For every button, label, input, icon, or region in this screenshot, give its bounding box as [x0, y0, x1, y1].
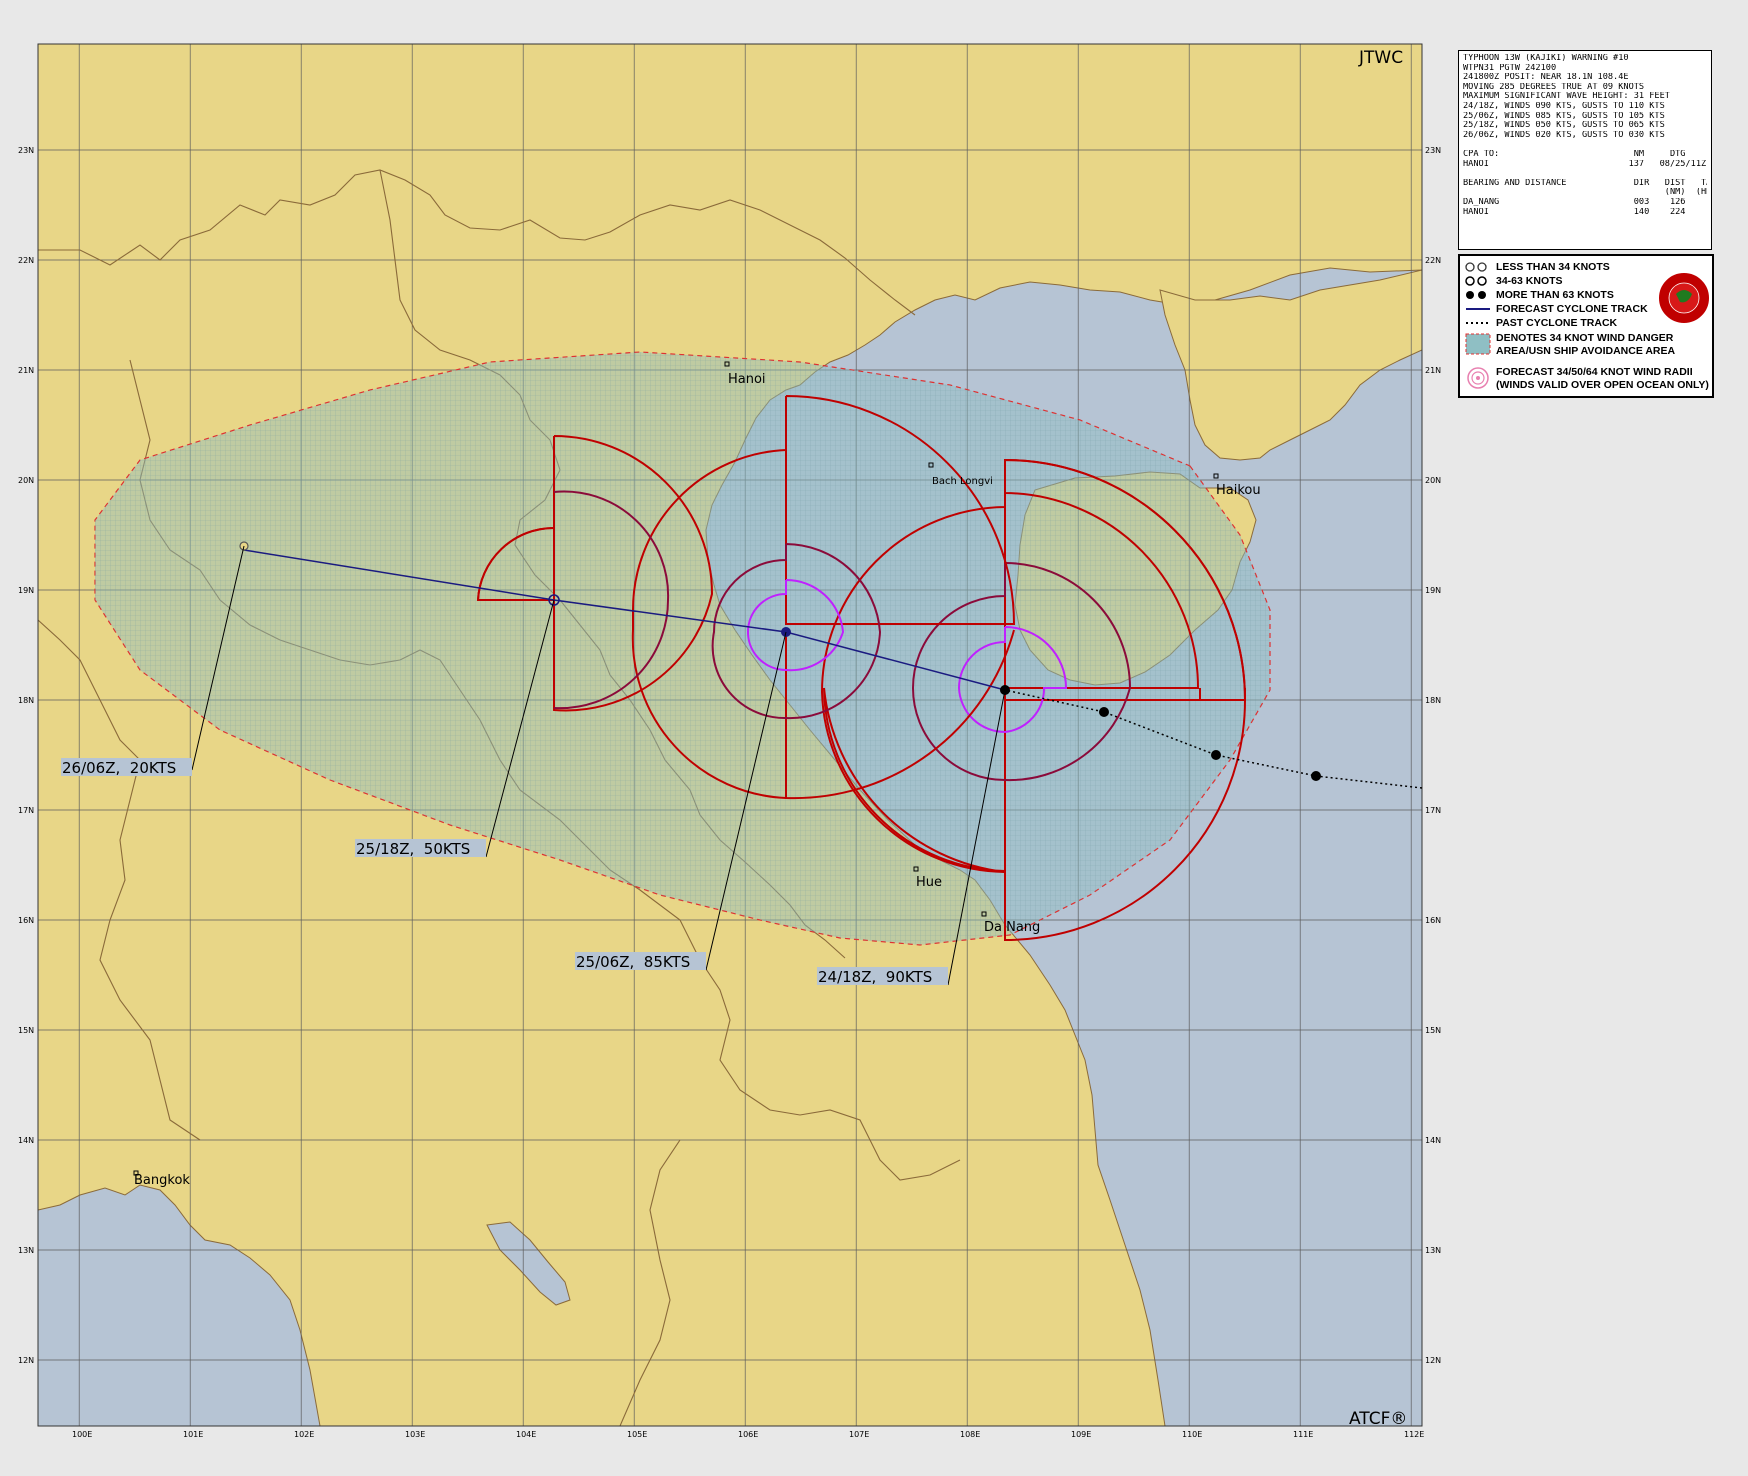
legend-item: MORE THAN 63 KNOTS	[1464, 288, 1614, 302]
lon-label: 105E	[627, 1430, 647, 1439]
bearing-units: (NM) (HRS)	[1463, 188, 1707, 198]
legend-item: FORECAST 34/50/64 KNOT WIND RADII (WINDS…	[1464, 366, 1709, 394]
jtwc-seal-logo	[1657, 271, 1711, 325]
past-track-icon	[1466, 322, 1490, 324]
legend-item: 34-63 KNOTS	[1464, 274, 1563, 288]
lat-label: 18N	[1425, 696, 1441, 705]
storm-icon	[1465, 276, 1487, 286]
lat-label: 21N	[18, 366, 34, 375]
legend-radii-line2: (WINDS VALID OVER OPEN OCEAN ONLY)	[1496, 379, 1709, 391]
city-bangkok: Bangkok	[134, 1173, 190, 1188]
lat-label: 20N	[1425, 476, 1441, 485]
city-da-nang: Da Nang	[984, 920, 1040, 935]
forecast-label-24-18z: 24/18Z, 90KTS	[818, 968, 932, 986]
lon-label: 101E	[183, 1430, 203, 1439]
software-label: ATCF®	[1349, 1409, 1407, 1429]
lat-label: 13N	[18, 1246, 34, 1255]
danger-area-icon	[1465, 333, 1491, 355]
agency-label: JTWC	[1358, 48, 1403, 68]
city-hanoi: Hanoi	[728, 372, 766, 387]
warning-info-box: TYPHOON 13W (KAJIKI) WARNING #10 WTPN31 …	[1458, 50, 1712, 250]
lat-label: 16N	[18, 916, 34, 925]
lat-label: 12N	[18, 1356, 34, 1365]
lat-label: 19N	[1425, 586, 1441, 595]
city-bach-longvi: Bach Longvi	[932, 476, 993, 487]
lon-label: 110E	[1182, 1430, 1202, 1439]
open-circle-icon	[1465, 262, 1487, 272]
info-line: 241800Z POSIT: NEAR 18.1N 108.4E	[1463, 73, 1629, 83]
legend-box: LESS THAN 34 KNOTS 34-63 KNOTS MORE THAN…	[1458, 254, 1714, 398]
forecast-label-26-06z: 26/06Z, 20KTS	[62, 759, 176, 777]
past-position-marker	[1211, 750, 1221, 760]
bearing-row: HANOI 140 224 0	[1463, 207, 1707, 217]
lat-label: 20N	[18, 476, 34, 485]
lon-label: 100E	[72, 1430, 92, 1439]
lat-label: 23N	[1425, 146, 1441, 155]
lat-label: 23N	[18, 146, 34, 155]
legend-radii-line1: FORECAST 34/50/64 KNOT WIND RADII	[1496, 366, 1693, 378]
info-line: TYPHOON 13W (KAJIKI) WARNING #10	[1463, 54, 1629, 63]
lat-axis-labels-left: 23N 22N 21N 20N 19N 18N 17N 16N 15N 14N …	[18, 146, 34, 1365]
legend-item: LESS THAN 34 KNOTS	[1464, 260, 1610, 274]
legend-danger-line2: AREA/USN SHIP AVOIDANCE AREA	[1496, 345, 1676, 357]
info-line: 25/18Z, WINDS 050 KTS, GUSTS TO 065 KTS	[1463, 121, 1665, 131]
legend-item: PAST CYCLONE TRACK	[1464, 316, 1617, 330]
cpa-header: CPA TO: NM DTG	[1463, 149, 1686, 159]
legend-danger-line1: DENOTES 34 KNOT WIND DANGER	[1496, 332, 1674, 344]
lat-label: 15N	[1425, 1026, 1441, 1035]
lat-label: 19N	[18, 586, 34, 595]
lat-label: 18N	[18, 696, 34, 705]
forecast-track-icon	[1466, 308, 1490, 310]
lat-label: 14N	[1425, 1136, 1441, 1145]
typhoon-icon	[1466, 291, 1486, 299]
lon-label: 112E	[1404, 1430, 1424, 1439]
forecast-label-25-18z: 25/18Z, 50KTS	[356, 840, 470, 858]
lat-label: 13N	[1425, 1246, 1441, 1255]
city-haikou: Haikou	[1216, 483, 1261, 498]
info-line: 25/06Z, WINDS 085 KTS, GUSTS TO 105 KTS	[1463, 111, 1665, 121]
lat-axis-labels-right: 23N 22N 21N 20N 19N 18N 17N 16N 15N 14N …	[1425, 146, 1441, 1365]
lat-label: 12N	[1425, 1356, 1441, 1365]
lon-label: 108E	[960, 1430, 980, 1439]
wind-radii-icon	[1467, 367, 1489, 389]
lon-label: 111E	[1293, 1430, 1313, 1439]
lat-label: 17N	[1425, 806, 1441, 815]
info-line: 26/06Z, WINDS 020 KTS, GUSTS TO 030 KTS	[1463, 130, 1665, 140]
lon-label: 109E	[1071, 1430, 1091, 1439]
info-line: 24/18Z, WINDS 090 KTS, GUSTS TO 110 KTS	[1463, 101, 1665, 111]
legend-item: FORECAST CYCLONE TRACK	[1464, 302, 1648, 316]
lat-label: 21N	[1425, 366, 1441, 375]
lat-label: 17N	[18, 806, 34, 815]
lat-label: 16N	[1425, 916, 1441, 925]
lon-label: 104E	[516, 1430, 536, 1439]
lat-label: 15N	[18, 1026, 34, 1035]
cpa-row: HANOI 137 08/25/11Z	[1463, 159, 1707, 169]
past-position-marker	[1099, 707, 1109, 717]
info-line: WTPN31 PGTW 242100	[1463, 63, 1557, 73]
lon-axis-labels: 100E 101E 102E 103E 104E 105E 106E 107E …	[72, 1430, 1424, 1439]
bearing-header: BEARING AND DISTANCE DIR DIST TAU	[1463, 178, 1707, 188]
lat-label: 14N	[18, 1136, 34, 1145]
lon-label: 103E	[405, 1430, 425, 1439]
info-line: MOVING 285 DEGREES TRUE AT 09 KNOTS	[1463, 82, 1645, 92]
bearing-row: DA_NANG 003 126 0	[1463, 197, 1707, 207]
info-line: MAXIMUM SIGNIFICANT WAVE HEIGHT: 31 FEET	[1463, 92, 1670, 102]
lon-label: 107E	[849, 1430, 869, 1439]
lon-label: 106E	[738, 1430, 758, 1439]
forecast-label-25-06z: 25/06Z, 85KTS	[576, 953, 690, 971]
city-hue: Hue	[916, 875, 942, 890]
lat-label: 22N	[18, 256, 34, 265]
lat-label: 22N	[1425, 256, 1441, 265]
legend-item: DENOTES 34 KNOT WIND DANGER AREA/USN SHI…	[1464, 332, 1675, 360]
past-position-marker	[1311, 771, 1321, 781]
lon-label: 102E	[294, 1430, 314, 1439]
